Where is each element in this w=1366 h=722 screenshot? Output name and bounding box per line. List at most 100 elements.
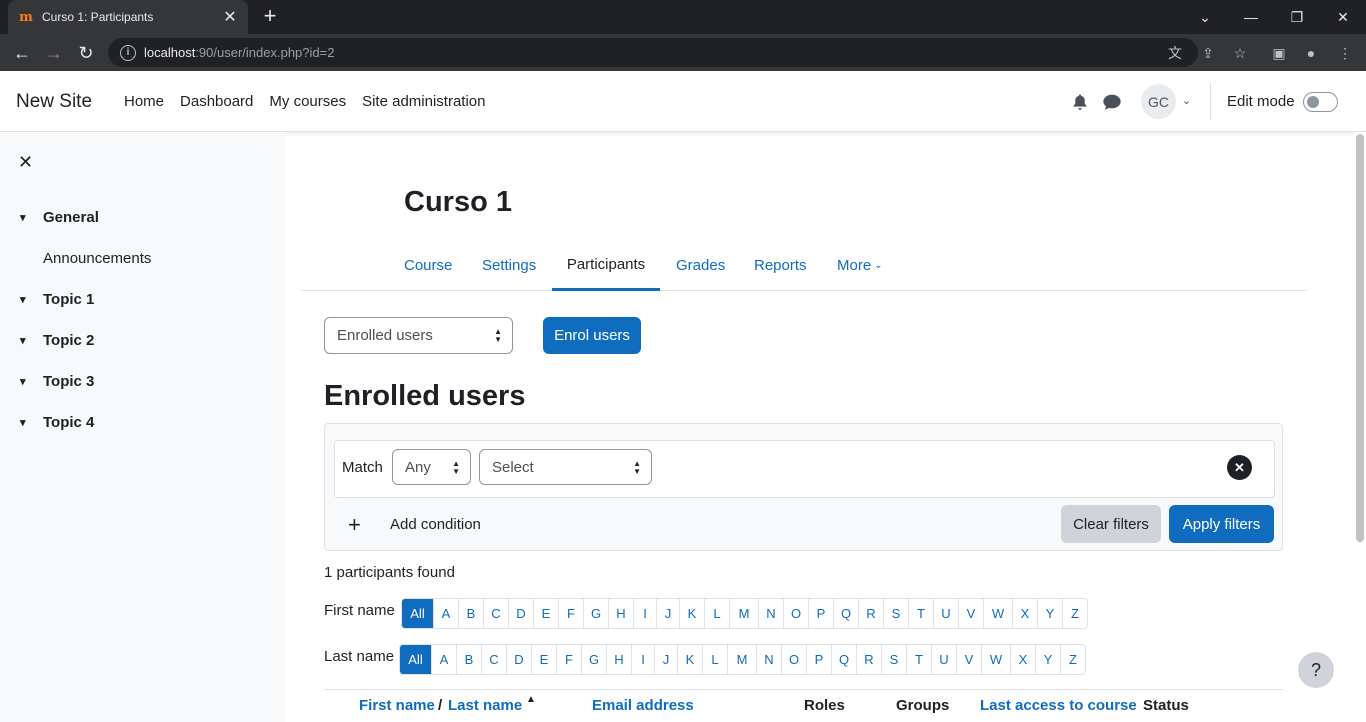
first-name-initial-r[interactable]: R bbox=[858, 599, 883, 628]
last-name-initial-h[interactable]: H bbox=[606, 645, 631, 674]
last-name-initial-q[interactable]: Q bbox=[831, 645, 856, 674]
tab-course[interactable]: Course bbox=[404, 241, 452, 290]
share-icon[interactable]: ⇪ bbox=[1199, 44, 1217, 62]
first-name-initial-all[interactable]: All bbox=[402, 599, 433, 628]
first-name-initial-g[interactable]: G bbox=[583, 599, 608, 628]
course-section-topic-2[interactable]: ▾ Topic 2 bbox=[20, 332, 94, 349]
first-name-initial-p[interactable]: P bbox=[808, 599, 833, 628]
user-avatar[interactable]: GC bbox=[1141, 84, 1176, 119]
chevron-down-icon[interactable]: ▾ bbox=[20, 334, 34, 347]
last-name-initial-f[interactable]: F bbox=[556, 645, 581, 674]
user-menu-chevron-down-icon[interactable]: ⌄ bbox=[1182, 94, 1191, 107]
reload-icon[interactable]: ↻ bbox=[72, 39, 100, 67]
last-name-initial-k[interactable]: K bbox=[677, 645, 702, 674]
first-name-initial-i[interactable]: I bbox=[633, 599, 656, 628]
back-icon[interactable]: ← bbox=[8, 39, 36, 67]
chevron-down-icon[interactable]: ▾ bbox=[20, 416, 34, 429]
translate-icon[interactable]: 文 bbox=[1166, 44, 1184, 62]
first-name-initial-l[interactable]: L bbox=[704, 599, 729, 628]
first-name-initial-n[interactable]: N bbox=[758, 599, 783, 628]
first-name-initial-e[interactable]: E bbox=[533, 599, 558, 628]
last-name-initial-s[interactable]: S bbox=[881, 645, 906, 674]
tab-grades[interactable]: Grades bbox=[676, 241, 725, 290]
last-name-initial-l[interactable]: L bbox=[702, 645, 727, 674]
last-name-initial-a[interactable]: A bbox=[431, 645, 456, 674]
last-name-initial-c[interactable]: C bbox=[481, 645, 506, 674]
close-drawer-icon[interactable]: ✕ bbox=[18, 152, 33, 173]
last-name-initial-z[interactable]: Z bbox=[1060, 645, 1085, 674]
tab-settings[interactable]: Settings bbox=[482, 241, 536, 290]
last-name-initial-t[interactable]: T bbox=[906, 645, 931, 674]
first-name-initial-u[interactable]: U bbox=[933, 599, 958, 628]
notifications-bell-icon[interactable] bbox=[1071, 93, 1089, 111]
course-section-general[interactable]: ▾ General bbox=[20, 209, 99, 226]
forward-icon[interactable]: → bbox=[40, 39, 68, 67]
nav-my-courses[interactable]: My courses bbox=[261, 93, 354, 110]
last-name-initial-v[interactable]: V bbox=[956, 645, 981, 674]
last-name-initial-p[interactable]: P bbox=[806, 645, 831, 674]
tab-search-icon[interactable]: ⌄ bbox=[1182, 0, 1228, 34]
messages-chat-icon[interactable] bbox=[1102, 93, 1122, 111]
section-title[interactable]: Topic 3 bbox=[43, 373, 94, 390]
first-name-initial-d[interactable]: D bbox=[508, 599, 533, 628]
address-bar[interactable]: i localhost:90/user/index.php?id=2 bbox=[108, 38, 1198, 67]
last-name-initial-d[interactable]: D bbox=[506, 645, 531, 674]
tab-participants[interactable]: Participants bbox=[552, 241, 660, 291]
edit-mode-toggle[interactable] bbox=[1303, 92, 1338, 112]
first-name-initial-k[interactable]: K bbox=[679, 599, 704, 628]
scrollbar-thumb[interactable] bbox=[1356, 134, 1364, 542]
last-name-initial-j[interactable]: J bbox=[654, 645, 677, 674]
section-title[interactable]: General bbox=[43, 209, 99, 226]
enrol-users-button[interactable]: Enrol users bbox=[543, 317, 641, 354]
section-title[interactable]: Topic 4 bbox=[43, 414, 94, 431]
clear-filters-button[interactable]: Clear filters bbox=[1061, 505, 1161, 543]
last-name-initial-b[interactable]: B bbox=[456, 645, 481, 674]
last-name-initial-x[interactable]: X bbox=[1010, 645, 1035, 674]
section-title[interactable]: Topic 2 bbox=[43, 332, 94, 349]
first-name-initial-t[interactable]: T bbox=[908, 599, 933, 628]
last-name-initial-i[interactable]: I bbox=[631, 645, 654, 674]
first-name-initial-v[interactable]: V bbox=[958, 599, 983, 628]
last-name-initial-u[interactable]: U bbox=[931, 645, 956, 674]
bookmark-star-icon[interactable]: ☆ bbox=[1231, 44, 1249, 62]
filter-type-select[interactable]: Select ▲ ▼ bbox=[479, 449, 652, 485]
browser-tab[interactable]: m Curso 1: Participants ✕ bbox=[8, 0, 248, 34]
last-name-initial-o[interactable]: O bbox=[781, 645, 806, 674]
column-email-address[interactable]: Email address bbox=[592, 697, 694, 714]
chevron-down-icon[interactable]: ⌄ bbox=[874, 260, 882, 271]
first-name-initial-w[interactable]: W bbox=[983, 599, 1012, 628]
last-name-initial-w[interactable]: W bbox=[981, 645, 1010, 674]
window-close-icon[interactable]: ✕ bbox=[1320, 0, 1366, 34]
first-name-initial-c[interactable]: C bbox=[483, 599, 508, 628]
participants-view-select[interactable]: Enrolled users ▲ ▼ bbox=[324, 317, 513, 354]
last-name-initial-r[interactable]: R bbox=[856, 645, 881, 674]
activity-announcements[interactable]: Announcements bbox=[43, 250, 151, 267]
add-condition-plus-icon[interactable]: + bbox=[348, 512, 361, 538]
first-name-initial-z[interactable]: Z bbox=[1062, 599, 1087, 628]
nav-site-administration[interactable]: Site administration bbox=[354, 93, 493, 110]
browser-menu-icon[interactable]: ⋮ bbox=[1336, 44, 1354, 62]
first-name-initial-q[interactable]: Q bbox=[833, 599, 858, 628]
chevron-down-icon[interactable]: ▾ bbox=[20, 375, 34, 388]
first-name-initial-s[interactable]: S bbox=[883, 599, 908, 628]
first-name-initial-j[interactable]: J bbox=[656, 599, 679, 628]
first-name-initial-y[interactable]: Y bbox=[1037, 599, 1062, 628]
site-brand[interactable]: New Site bbox=[16, 91, 92, 113]
remove-condition-icon[interactable]: ✕ bbox=[1227, 455, 1252, 480]
tab-close-icon[interactable]: ✕ bbox=[222, 7, 238, 27]
tab-more[interactable]: More ⌄ bbox=[837, 241, 883, 290]
last-name-initial-g[interactable]: G bbox=[581, 645, 606, 674]
last-name-initial-m[interactable]: M bbox=[727, 645, 756, 674]
nav-home[interactable]: Home bbox=[116, 93, 172, 110]
last-name-initial-all[interactable]: All bbox=[400, 645, 431, 674]
last-name-initial-e[interactable]: E bbox=[531, 645, 556, 674]
course-section-topic-1[interactable]: ▾ Topic 1 bbox=[20, 291, 94, 308]
first-name-initial-h[interactable]: H bbox=[608, 599, 633, 628]
column-last-access[interactable]: Last access to course bbox=[980, 697, 1137, 714]
column-last-name[interactable]: Last name bbox=[448, 697, 522, 714]
first-name-initial-f[interactable]: F bbox=[558, 599, 583, 628]
new-tab-icon[interactable]: + bbox=[258, 3, 282, 28]
course-section-topic-4[interactable]: ▾ Topic 4 bbox=[20, 414, 94, 431]
first-name-initial-o[interactable]: O bbox=[783, 599, 808, 628]
site-info-icon[interactable]: i bbox=[120, 44, 136, 61]
